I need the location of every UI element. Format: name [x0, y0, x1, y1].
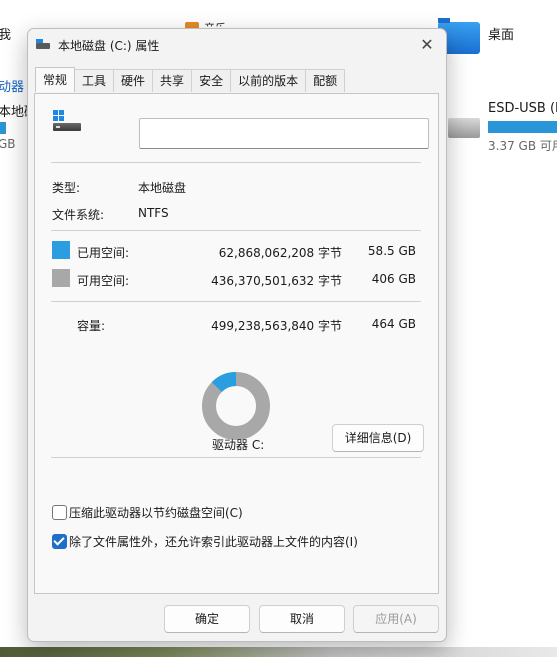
usage-donut-chart [202, 372, 270, 440]
drive-letter-label: 驱动器 C: [212, 438, 265, 452]
divider [51, 162, 421, 163]
dialog-title: 本地磁盘 (C:) 属性 [58, 39, 160, 53]
close-icon[interactable]: ✕ [414, 33, 440, 57]
tab-security[interactable]: 安全 [191, 69, 232, 92]
volume-name-input[interactable] [139, 118, 429, 149]
bg-left-text-4: GB [0, 137, 16, 151]
bg-left-text-1: 我 [0, 28, 12, 43]
free-space-size: 406 GB [371, 272, 416, 286]
divider [51, 301, 421, 302]
used-space-size: 58.5 GB [367, 244, 416, 258]
drive-icon [36, 39, 50, 49]
properties-dialog: 本地磁盘 (C:) 属性 ✕ 常规 工具 硬件 共享 安全 以前的版本 配额 类… [27, 28, 447, 642]
index-label[interactable]: 除了文件属性外，还允许索引此驱动器上文件的内容(I) [69, 533, 358, 550]
free-space-bytes: 436,370,501,632 字节 [211, 274, 342, 288]
usb-usage-bar [488, 121, 557, 133]
index-checkbox[interactable] [52, 534, 67, 549]
usb-drive-icon[interactable] [448, 118, 480, 138]
bg-left-usage-bar [0, 122, 6, 134]
usb-drive-name[interactable]: ESD-USB (E: [488, 101, 557, 116]
title-bar[interactable]: 本地磁盘 (C:) 属性 ✕ [28, 29, 446, 61]
hard-drive-icon [53, 110, 81, 134]
compress-checkbox[interactable] [52, 505, 67, 520]
capacity-label: 容量: [77, 319, 106, 333]
general-panel: 类型: 本地磁盘 文件系统: NTFS 已用空间: 62,868,062,208… [34, 93, 439, 594]
tab-previous-versions[interactable]: 以前的版本 [230, 69, 307, 92]
tab-quota[interactable]: 配额 [305, 69, 346, 92]
tab-strip: 常规 工具 硬件 共享 安全 以前的版本 配额 [35, 67, 346, 93]
free-space-swatch [52, 269, 70, 287]
filesystem-label: 文件系统: [52, 208, 105, 222]
details-button[interactable]: 详细信息(D) [332, 424, 424, 452]
bg-left-text-2: 动器 [0, 80, 25, 95]
tab-general[interactable]: 常规 [35, 67, 76, 92]
usb-free-space: 3.37 GB 可用 [488, 139, 557, 153]
taskbar-strip [0, 647, 557, 657]
compress-label[interactable]: 压缩此驱动器以节约磁盘空间(C) [69, 504, 243, 521]
cancel-button[interactable]: 取消 [259, 605, 345, 633]
capacity-size: 464 GB [371, 317, 416, 331]
type-label: 类型: [52, 181, 81, 195]
divider [51, 457, 421, 458]
apply-button[interactable]: 应用(A) [353, 605, 439, 633]
tab-hardware[interactable]: 硬件 [113, 69, 154, 92]
tab-sharing[interactable]: 共享 [152, 69, 193, 92]
filesystem-value: NTFS [138, 206, 169, 220]
desktop-label[interactable]: 桌面 [488, 24, 514, 43]
ok-button[interactable]: 确定 [164, 605, 250, 633]
free-space-label: 可用空间: [77, 274, 130, 288]
capacity-bytes: 499,238,563,840 字节 [211, 319, 342, 333]
used-space-label: 已用空间: [77, 246, 130, 260]
type-value: 本地磁盘 [138, 181, 187, 195]
used-space-bytes: 62,868,062,208 字节 [218, 246, 342, 260]
used-space-swatch [52, 241, 70, 259]
tab-tools[interactable]: 工具 [74, 69, 115, 92]
divider [51, 230, 421, 231]
